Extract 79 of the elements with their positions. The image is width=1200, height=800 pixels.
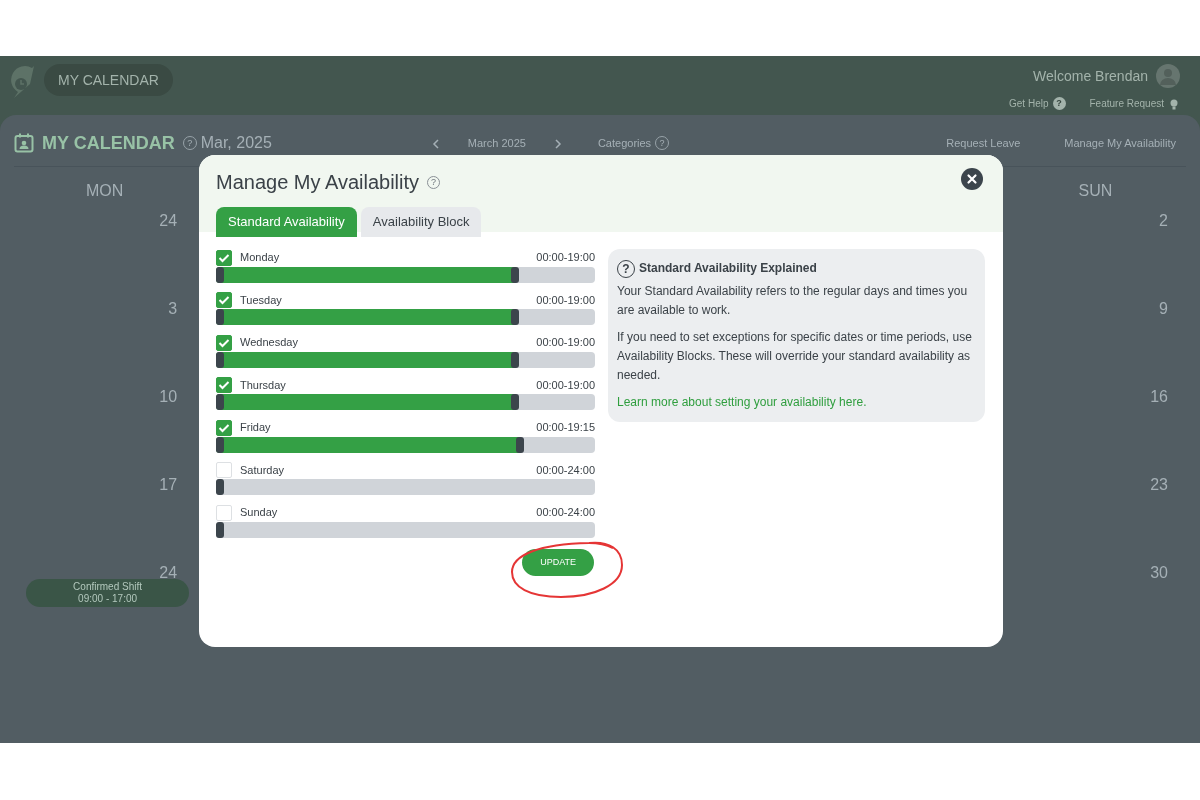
slider-start-handle[interactable] (216, 266, 224, 283)
slider-end-handle[interactable] (511, 351, 520, 368)
day-number: 30 (1150, 564, 1168, 581)
slider-start-handle[interactable] (216, 351, 224, 368)
slider-start-handle[interactable] (216, 521, 224, 538)
calendar-icon (14, 133, 34, 153)
day-label: Wednesday (240, 335, 298, 350)
day-label: Saturday (240, 462, 285, 478)
tab[interactable]: Availability Block (360, 207, 482, 237)
range-slider[interactable] (216, 521, 595, 538)
slider-start-handle[interactable] (216, 309, 224, 325)
month-label: March 2025 (466, 135, 527, 151)
checkbox[interactable] (216, 419, 232, 436)
time-range: 00:00-19:00 (536, 250, 595, 265)
weekday-header: SUN (1077, 181, 1114, 201)
range-slider[interactable] (216, 351, 595, 368)
checkbox[interactable] (216, 292, 232, 308)
time-range: 00:00-19:00 (536, 292, 595, 308)
calendar-title: MY CALENDAR (42, 131, 175, 155)
shift-event[interactable]: Confirmed Shift 09:00 - 17:00 (26, 579, 190, 607)
day-number: 16 (1150, 388, 1168, 405)
time-range: 00:00-24:00 (536, 505, 595, 520)
time-range: 00:00-24:00 (536, 462, 595, 478)
day-label: Thursday (240, 377, 286, 393)
time-range: 00:00-19:15 (536, 420, 595, 435)
lightbulb-icon[interactable] (1168, 97, 1180, 110)
day-number: 9 (1159, 300, 1168, 317)
slider-end-handle[interactable] (515, 436, 524, 453)
update-button[interactable]: UPDATE (522, 548, 594, 576)
toolbar-button[interactable]: Manage My Availability (1054, 130, 1186, 156)
day-label: Monday (240, 250, 280, 265)
day-label: Tuesday (240, 292, 282, 308)
checkbox[interactable] (216, 377, 232, 393)
dialog-title: Manage My Availability (216, 170, 420, 195)
checkbox[interactable] (216, 249, 232, 266)
day-number: 24 (159, 564, 178, 581)
welcome-text: Welcome Brendan (1033, 66, 1148, 86)
range-slider[interactable] (216, 436, 595, 453)
logo-icon (10, 64, 36, 100)
slider-end-handle[interactable] (511, 266, 520, 283)
help-icon[interactable]: ? (1052, 97, 1066, 110)
period-text: Mar, 2025 (200, 133, 272, 153)
slider-start-handle[interactable] (216, 394, 224, 410)
day-number: 10 (159, 388, 178, 405)
header-link[interactable]: Feature Request (1089, 96, 1164, 111)
day-number: 23 (1150, 476, 1168, 493)
slider-start-handle[interactable] (216, 436, 224, 453)
day-number: 2 (1159, 212, 1168, 229)
day-number: 17 (159, 476, 178, 493)
range-slider[interactable] (216, 479, 595, 495)
avatar-icon (1156, 64, 1180, 88)
range-slider[interactable] (216, 309, 595, 325)
info-title: Standard Availability Explained (639, 260, 817, 277)
day-number: 3 (168, 300, 178, 317)
tab[interactable]: Standard Availability (216, 207, 357, 237)
weekday-header: MON (84, 181, 125, 201)
chevron-left-icon[interactable] (431, 138, 440, 149)
chevron-right-icon[interactable] (553, 138, 562, 149)
range-slider[interactable] (216, 394, 595, 410)
time-range: 00:00-19:00 (536, 335, 595, 350)
close-button[interactable] (961, 168, 983, 190)
toolbar-button[interactable]: Request Leave (936, 130, 1031, 156)
nav-tab[interactable]: MY CALENDAR (44, 64, 173, 96)
range-slider[interactable] (216, 266, 595, 283)
info-paragraph: Your Standard Availability refers to the regular days and times you are available to work. (617, 283, 969, 319)
slider-start-handle[interactable] (216, 479, 224, 495)
header-link[interactable]: Get Help (1009, 96, 1049, 111)
categories-button[interactable]: Categories ? (587, 130, 680, 156)
shift-time: 09:00 - 17:00 (77, 593, 139, 605)
day-label: Sunday (240, 505, 278, 520)
learn-more-link[interactable]: Learn more about setting your availability here. (617, 395, 867, 409)
shift-title: Confirmed Shift (72, 581, 144, 593)
time-range: 00:00-19:00 (536, 377, 595, 393)
slider-end-handle[interactable] (511, 309, 520, 325)
slider-end-handle[interactable] (511, 394, 520, 410)
day-label: Friday (240, 420, 271, 435)
checkbox[interactable] (216, 334, 232, 351)
info-paragraph: If you need to set exceptions for specific dates or time periods, use Availability Blocks. These will override your standard availability as needed. (617, 329, 973, 384)
day-number: 24 (159, 212, 178, 229)
